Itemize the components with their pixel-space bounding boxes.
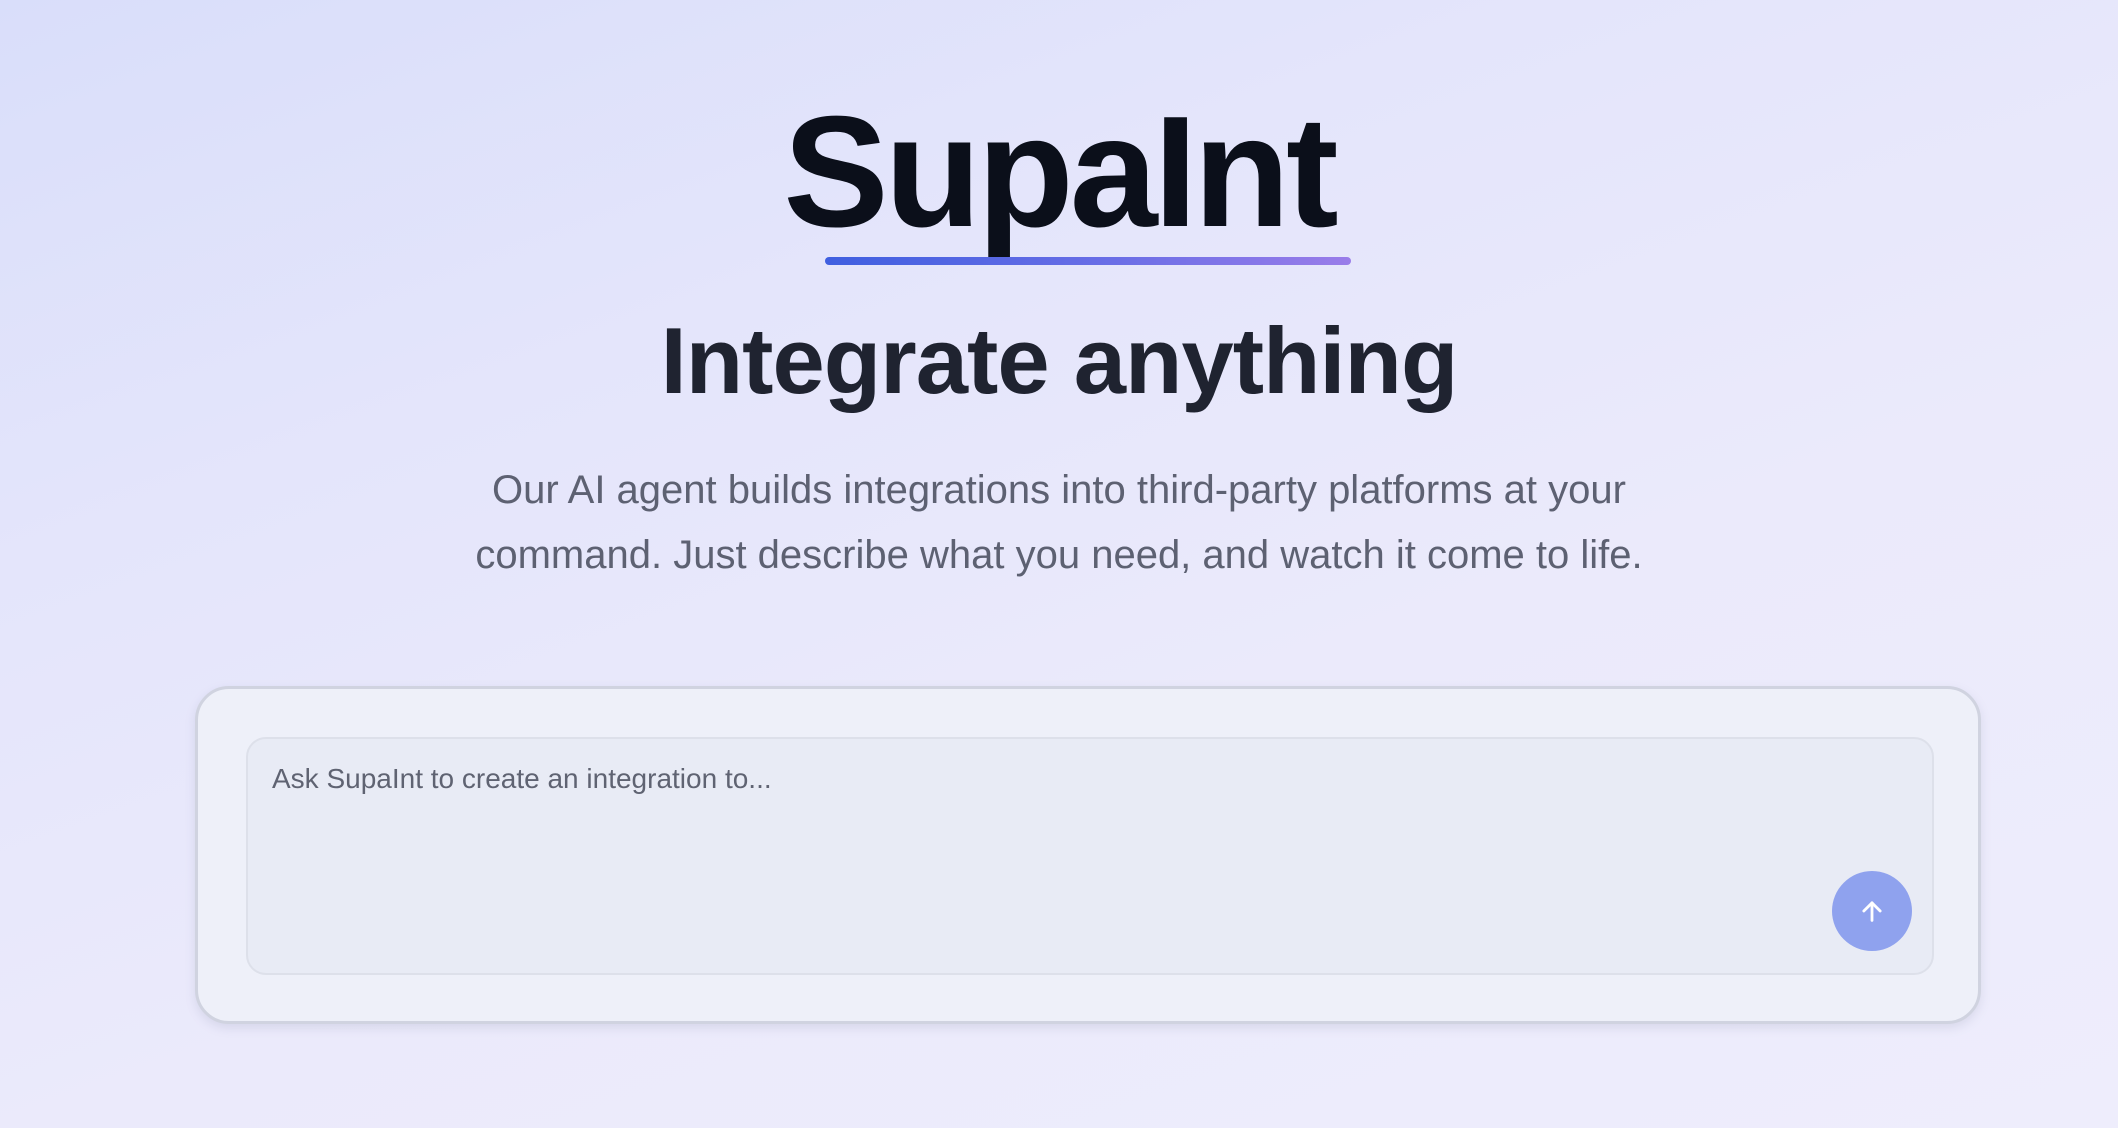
prompt-placeholder: Ask SupaInt to create an integration to.… — [272, 763, 772, 794]
arrow-up-icon — [1862, 901, 1882, 922]
prompt-input[interactable]: Ask SupaInt to create an integration to.… — [246, 737, 1934, 975]
brand-header: SupaInt — [0, 92, 2118, 262]
hero-description: Our AI agent builds integrations into th… — [475, 468, 1643, 577]
page-headline: Integrate anything — [660, 308, 1459, 413]
send-button[interactable] — [1832, 871, 1912, 951]
prompt-card: Ask SupaInt to create an integration to.… — [195, 686, 1981, 1024]
brand-logo-text: SupaInt — [783, 84, 1338, 260]
brand-underline — [825, 257, 1351, 265]
